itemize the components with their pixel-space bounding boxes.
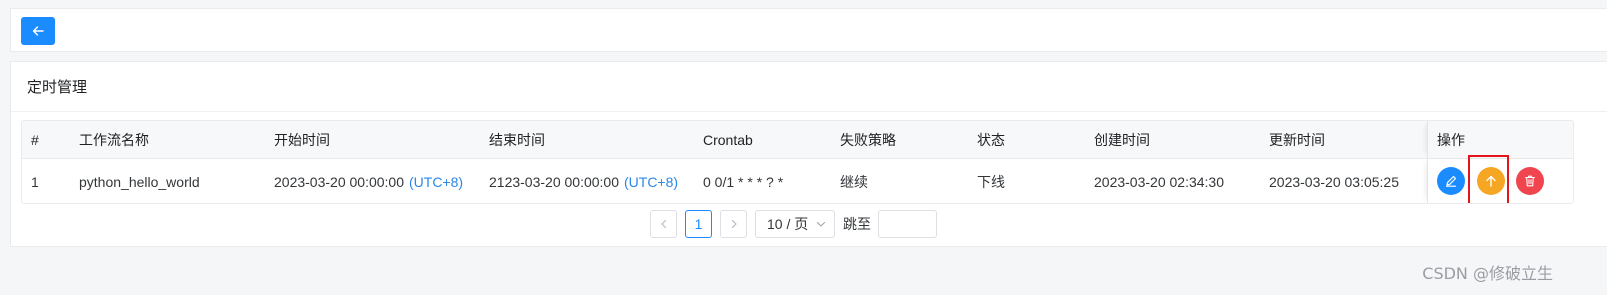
row-actions — [1427, 155, 1573, 203]
column-header-actions-wrap: 操作 — [1427, 121, 1573, 158]
column-header-workflow-name: 工作流名称 — [79, 131, 149, 148]
arrow-left-icon — [32, 26, 44, 36]
row-workflow-name: python_hello_world — [79, 173, 200, 190]
row-failure-strategy: 继续 — [840, 173, 868, 190]
jump-label: 跳至 — [843, 216, 871, 232]
table-row: 1 python_hello_world 2023-03-20 00:00:00… — [22, 155, 1573, 203]
top-toolbar — [10, 8, 1607, 52]
row-status: 下线 — [977, 173, 1005, 190]
chevron-down-icon — [816, 221, 826, 227]
column-header-index: # — [31, 131, 39, 148]
column-header-failure-strategy: 失败策略 — [840, 131, 896, 148]
column-header-update-time: 更新时间 — [1269, 131, 1325, 148]
page-size-value: 10 / 页 — [767, 216, 809, 232]
column-header-create-time: 创建时间 — [1094, 131, 1150, 148]
column-header-end-time: 结束时间 — [489, 131, 545, 148]
chevron-left-icon — [660, 219, 666, 229]
jump-page-input[interactable] — [878, 210, 937, 238]
chevron-right-icon — [731, 219, 737, 229]
column-header-crontab: Crontab — [703, 131, 753, 148]
page-title: 定时管理 — [11, 62, 1607, 112]
next-page-button[interactable] — [720, 210, 747, 238]
watermark: CSDN @修破立生 — [1422, 264, 1553, 283]
row-start-timezone: (UTC+8) — [409, 173, 464, 190]
prev-page-button[interactable] — [650, 210, 677, 238]
trash-icon — [1524, 175, 1536, 187]
row-create-time: 2023-03-20 02:34:30 — [1094, 173, 1224, 190]
row-index: 1 — [31, 173, 39, 190]
row-end-time-cell: 2123-03-20 00:00:00 (UTC+8) — [489, 159, 679, 203]
page-size-select[interactable]: 10 / 页 — [755, 210, 835, 238]
page-number-current[interactable]: 1 — [685, 210, 712, 238]
delete-button[interactable] — [1516, 167, 1544, 195]
table-header: # 工作流名称 开始时间 结束时间 Crontab 失败策略 状态 创建时间 更… — [22, 121, 1573, 159]
column-header-actions: 操作 — [1437, 131, 1465, 148]
row-end-time: 2123-03-20 00:00:00 — [489, 173, 619, 190]
timing-management-card: 定时管理 # 工作流名称 开始时间 结束时间 Crontab 失败策略 状态 创… — [10, 61, 1607, 247]
row-update-time: 2023-03-20 03:05:25 — [1269, 173, 1399, 190]
back-button[interactable] — [21, 17, 55, 45]
row-end-timezone: (UTC+8) — [624, 173, 679, 190]
edit-button[interactable] — [1437, 167, 1465, 195]
row-start-time: 2023-03-20 00:00:00 — [274, 173, 404, 190]
edit-icon — [1445, 175, 1457, 187]
highlight-box — [1468, 155, 1509, 203]
schedule-table: # 工作流名称 开始时间 结束时间 Crontab 失败策略 状态 创建时间 更… — [21, 120, 1574, 204]
column-header-status: 状态 — [977, 131, 1005, 148]
row-crontab: 0 0/1 * * * ? * — [703, 173, 784, 190]
column-header-start-time: 开始时间 — [274, 131, 330, 148]
row-start-time-cell: 2023-03-20 00:00:00 (UTC+8) — [274, 159, 464, 203]
